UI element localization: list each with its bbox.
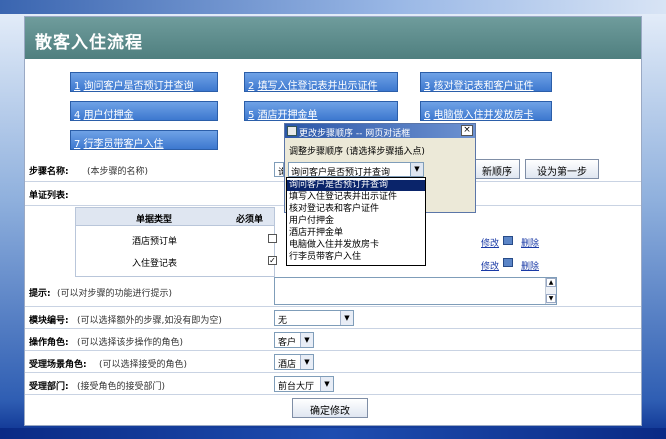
option-item[interactable]: 核对登记表和客户证件 <box>287 204 425 215</box>
role-label: 操作角色: <box>29 338 69 348</box>
close-icon[interactable]: × <box>461 125 473 136</box>
delete-icon[interactable] <box>503 258 513 267</box>
scene-role-label: 受理场景角色: <box>29 360 87 370</box>
module-label: 模块编号: <box>29 316 69 326</box>
step-num: 4 <box>74 110 81 121</box>
doc-table-header: 单据类型 必须单 <box>76 208 274 226</box>
dropdown-arrow-icon: ▼ <box>320 377 333 391</box>
step-label: 填写入住登记表并出示证件 <box>257 81 378 92</box>
step-button-2[interactable]: 2 填写入住登记表并出示证件 <box>244 72 398 92</box>
confirm-edit-button[interactable]: 确定修改 <box>292 398 368 418</box>
step-num: 2 <box>248 81 255 92</box>
step-name-hint: (本步骤的名称) <box>87 167 149 177</box>
browser-top-band <box>0 0 666 14</box>
step-num: 5 <box>248 110 255 121</box>
bottom-band <box>0 428 666 439</box>
scene-role-hint: (可以选择接受的角色) <box>99 360 188 370</box>
doc-list-label: 单证列表: <box>29 191 69 201</box>
dialog-prompt: 调整步骤顺序 (请选择步骤插入点) <box>289 147 425 157</box>
step-label: 用户付押金 <box>83 110 134 121</box>
tip-label: 提示: <box>29 289 51 299</box>
step-name-input[interactable]: 询问 <box>274 162 284 177</box>
role-row: 操作角色: (可以选择该步操作的角色) <box>25 329 641 351</box>
step-button-1[interactable]: 1 询问客户是否预订并查询 <box>70 72 218 92</box>
new-order-button[interactable]: 新顺序 <box>474 159 520 179</box>
scene-role-select[interactable]: 酒店 ▼ <box>274 354 314 370</box>
window-icon <box>287 126 297 136</box>
doc-row-2-type: 入住登记表 <box>132 259 178 269</box>
doc-table: 单据类型 必须单 酒店预订单 入住登记表 <box>75 207 275 277</box>
step-label: 酒店开押金单 <box>257 110 318 121</box>
scroll-up-icon[interactable]: ▲ <box>546 278 556 287</box>
step-button-3[interactable]: 3 核对登记表和客户证件 <box>420 72 552 92</box>
module-hint: (可以选择额外的步骤,如没有即为空) <box>77 316 222 326</box>
col-doc-type: 单据类型 <box>136 215 173 225</box>
dropdown-arrow-icon: ▼ <box>300 355 313 369</box>
delete-icon[interactable] <box>503 236 513 245</box>
doc-row-1-type: 酒店预订单 <box>132 237 178 247</box>
doc-row-2-delete-link[interactable]: 删除 <box>521 259 539 272</box>
step-num: 1 <box>74 81 81 92</box>
option-item[interactable]: 电脑做入住并发放房卡 <box>287 240 425 251</box>
set-first-button[interactable]: 设为第一步 <box>525 159 599 179</box>
step-label: 询问客户是否预订并查询 <box>83 81 194 92</box>
step-button-5[interactable]: 5 酒店开押金单 <box>244 101 398 121</box>
dialog-title: 更改步骤顺序 -- 网页对话框 <box>299 129 411 138</box>
option-item[interactable]: 用户付押金 <box>287 216 425 227</box>
tip-textarea[interactable]: ▲ ▼ <box>274 277 557 305</box>
step-name-label: 步骤名称: <box>29 167 69 177</box>
doc-row-2-edit-link[interactable]: 修改 <box>481 259 499 272</box>
dropdown-arrow-icon: ▼ <box>340 311 353 325</box>
insert-point-select[interactable]: 询问客户是否预订并查询 ▼ <box>288 162 424 178</box>
step-label: 核对登记表和客户证件 <box>433 81 534 92</box>
option-item[interactable]: 酒店开押金单 <box>287 228 425 239</box>
option-item[interactable]: 填写入住登记表并出示证件 <box>287 192 425 203</box>
doc-row-1-required-checkbox[interactable] <box>268 234 277 243</box>
tip-hint: (可以对步骤的功能进行提示) <box>57 289 173 299</box>
role-hint: (可以选择该步操作的角色) <box>77 338 184 348</box>
dept-label: 受理部门: <box>29 382 69 392</box>
option-item[interactable]: 询问客户是否预订并查询 <box>287 180 425 191</box>
doc-row-1-delete-link[interactable]: 删除 <box>521 236 539 249</box>
step-num: 6 <box>424 110 431 121</box>
option-item[interactable]: 行李员带客户入住 <box>287 252 425 263</box>
dropdown-arrow-icon: ▼ <box>410 163 423 176</box>
dropdown-arrow-icon: ▼ <box>300 333 313 347</box>
step-button-7[interactable]: 7 行李员带客户入住 <box>70 130 218 150</box>
role-select[interactable]: 客户 ▼ <box>274 332 314 348</box>
step-num: 3 <box>424 81 431 92</box>
doc-row-1-edit-link[interactable]: 修改 <box>481 236 499 249</box>
page-title: 散客入住流程 <box>25 17 641 59</box>
step-label: 行李员带客户入住 <box>83 139 164 150</box>
dialog-title-bar[interactable]: 更改步骤顺序 -- 网页对话框 × <box>285 124 475 138</box>
col-required: 必须单 <box>236 215 264 225</box>
step-num: 7 <box>74 139 81 150</box>
step-button-4[interactable]: 4 用户付押金 <box>70 101 218 121</box>
dept-select[interactable]: 前台大厅 ▼ <box>274 376 334 392</box>
step-button-6[interactable]: 6 电脑做入住并发放房卡 <box>420 101 552 121</box>
dept-hint: (接受角色的接受部门) <box>77 382 166 392</box>
doc-row-2-required-checkbox[interactable]: ✓ <box>268 256 277 265</box>
tip-scrollbar[interactable]: ▲ ▼ <box>545 278 556 304</box>
scroll-down-icon[interactable]: ▼ <box>546 294 556 303</box>
module-select[interactable]: 无 ▼ <box>274 310 354 326</box>
step-label: 电脑做入住并发放房卡 <box>433 110 534 121</box>
insert-point-options[interactable]: 询问客户是否预订并查询 填写入住登记表并出示证件 核对登记表和客户证件 用户付押… <box>286 177 426 266</box>
scene-role-row: 受理场景角色: (可以选择接受的角色) <box>25 351 641 373</box>
